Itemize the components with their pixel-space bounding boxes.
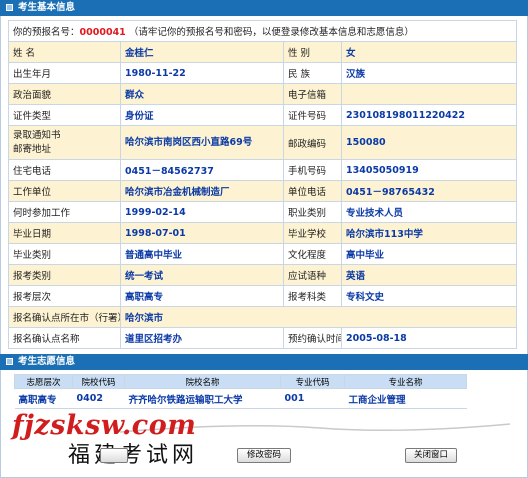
field-value: 1980-11-22 <box>120 62 284 84</box>
field-value: 道里区招考办 <box>120 327 284 349</box>
basic-info-row: 毕业日期 1998-07-01 毕业学校 哈尔滨市113中学 <box>8 222 518 244</box>
wish-info-header: 考生志愿信息 <box>0 354 528 370</box>
field-value: 高职高专 <box>120 285 284 307</box>
wish-col-major-name: 专业名称 <box>344 374 467 389</box>
basic-info-table: 你的预报名号：0000041 （请牢记你的预报名号和密码，以便登录修改基本信息和… <box>7 20 518 349</box>
field-value: 高中毕业 <box>340 243 518 265</box>
basic-info-row: 录取通知书 邮寄地址 哈尔滨市南岗区西小直路69号 邮政编码 150080 <box>8 125 518 160</box>
basic-info-row: 工作单位 哈尔滨市冶金机械制造厂 单位电话 0451－98765432 <box>8 180 518 202</box>
field-value: 哈尔滨市冶金机械制造厂 <box>120 180 284 202</box>
basic-info-row: 姓 名金桂仁性 别女 <box>8 41 518 63</box>
basic-info-row: 出生年月 1980-11-22 民 族汉族 <box>8 62 518 84</box>
wish-col-level: 志愿层次 <box>14 374 73 389</box>
basic-info-row: 报考层次 高职高专 报考科类 专科文史 <box>8 285 518 307</box>
field-value: 150080 <box>340 125 518 160</box>
basic-info-row: 住宅电话 0451－84562737 手机号码 13405050919 <box>8 159 518 181</box>
wish-school-code: 0402 <box>72 388 125 409</box>
change-password-button[interactable]: 修改密码 <box>237 448 291 463</box>
field-value: 0451－84562737 <box>120 159 284 181</box>
field-label: 预约确认时间 <box>283 327 342 349</box>
field-value: 专科文史 <box>340 285 518 307</box>
wish-row: 高职高专 0402 齐齐哈尔铁路运输职工大学 001 工商企业管理 <box>14 388 467 409</box>
collapse-icon[interactable] <box>6 4 13 11</box>
field-label: 毕业学校 <box>283 222 342 244</box>
field-label: 工作单位 <box>8 180 121 202</box>
field-label: 报名确认点名称 <box>8 327 121 349</box>
field-value: 群众 <box>120 83 284 105</box>
field-label: 证件类型 <box>8 104 121 126</box>
field-label: 电子信箱 <box>283 83 342 105</box>
wish-col-school-code: 院校代码 <box>72 374 125 389</box>
field-value: 哈尔滨市南岗区西小直路69号 <box>120 125 284 160</box>
field-value: 0451－98765432 <box>340 180 518 202</box>
basic-info-header: 考生基本信息 <box>0 0 528 16</box>
wish-table: 志愿层次 院校代码 院校名称 专业代码 专业名称 高职高专 0402 齐齐哈尔铁… <box>14 374 467 409</box>
field-label: 何时参加工作 <box>8 201 121 223</box>
field-label: 证件号码 <box>283 104 342 126</box>
field-value: 金桂仁 <box>120 41 284 63</box>
field-label: 应试语种 <box>283 264 342 286</box>
field-value: 哈尔滨市113中学 <box>340 222 518 244</box>
field-label: 出生年月 <box>8 62 121 84</box>
wish-major-code: 001 <box>280 388 345 409</box>
wish-info-title: 考生志愿信息 <box>18 356 76 367</box>
watermark-name: 福建考试网 <box>68 443 199 468</box>
field-value: 1999-02-14 <box>120 201 284 223</box>
field-value: 女 <box>340 41 518 63</box>
basic-info-row: 证件类型 身份证 证件号码 230108198011220422 <box>8 104 518 126</box>
wish-level: 高职高专 <box>14 388 73 409</box>
field-label: 住宅电话 <box>8 159 121 181</box>
basic-info-row: 报名确认点名称 道里区招考办 预约确认时间 2005-08-18 <box>8 327 518 349</box>
basic-info-row: 毕业类别 普通高中毕业 文化程度 高中毕业 <box>8 243 518 265</box>
left-button[interactable] <box>100 448 128 463</box>
field-value <box>340 83 518 105</box>
field-label: 报考类别 <box>8 264 121 286</box>
field-label: 报考层次 <box>8 285 121 307</box>
field-value: 哈尔滨市 <box>119 306 518 328</box>
field-label: 姓 名 <box>8 41 121 63</box>
field-label: 手机号码 <box>283 159 342 181</box>
basic-info-row: 报名确认点所在市（行署） 哈尔滨市 <box>8 306 518 328</box>
field-label: 报考科类 <box>283 285 342 307</box>
field-value: 1998-07-01 <box>120 222 284 244</box>
basic-info-row: 何时参加工作 1999-02-14 职业类别 专业技术人员 <box>8 201 518 223</box>
wish-header-row: 志愿层次 院校代码 院校名称 专业代码 专业名称 <box>14 374 467 389</box>
field-label: 职业类别 <box>283 201 342 223</box>
field-value: 230108198011220422 <box>340 104 518 126</box>
field-value: 汉族 <box>340 62 518 84</box>
field-label: 报名确认点所在市（行署） <box>8 306 121 328</box>
basic-info-row: 报考类别 统一考试 应试语种 英语 <box>8 264 518 286</box>
field-value: 英语 <box>340 264 518 286</box>
registration-notice: （请牢记你的预报名号和密码，以便登录修改基本信息和志愿信息） <box>128 27 414 38</box>
field-label: 毕业类别 <box>8 243 121 265</box>
wish-col-major-code: 专业代码 <box>280 374 345 389</box>
field-value: 2005-08-18 <box>340 327 518 349</box>
registration-number: 0000041 <box>79 27 126 38</box>
field-value: 统一考试 <box>120 264 284 286</box>
field-label: 邮政编码 <box>283 125 342 160</box>
close-window-button[interactable]: 关闭窗口 <box>405 448 457 463</box>
field-value: 普通高中毕业 <box>120 243 284 265</box>
field-label: 政治面貌 <box>8 83 121 105</box>
field-label: 文化程度 <box>283 243 342 265</box>
registration-row: 你的预报名号：0000041 （请牢记你的预报名号和密码，以便登录修改基本信息和… <box>7 20 518 42</box>
wish-major-name: 工商企业管理 <box>344 388 467 409</box>
collapse-icon[interactable] <box>6 358 13 365</box>
field-value: 专业技术人员 <box>340 201 518 223</box>
field-label: 性 别 <box>283 41 342 63</box>
field-label: 录取通知书 邮寄地址 <box>8 125 121 160</box>
field-label: 单位电话 <box>283 180 342 202</box>
wish-school-name: 齐齐哈尔铁路运输职工大学 <box>124 388 281 409</box>
field-label: 民 族 <box>283 62 342 84</box>
field-value: 13405050919 <box>340 159 518 181</box>
basic-info-row: 政治面貌 群众 电子信箱 <box>8 83 518 105</box>
field-label: 毕业日期 <box>8 222 121 244</box>
wish-col-school-name: 院校名称 <box>124 374 281 389</box>
basic-info-title: 考生基本信息 <box>18 2 76 13</box>
registration-label: 你的预报名号： <box>13 27 80 38</box>
field-value: 身份证 <box>120 104 284 126</box>
